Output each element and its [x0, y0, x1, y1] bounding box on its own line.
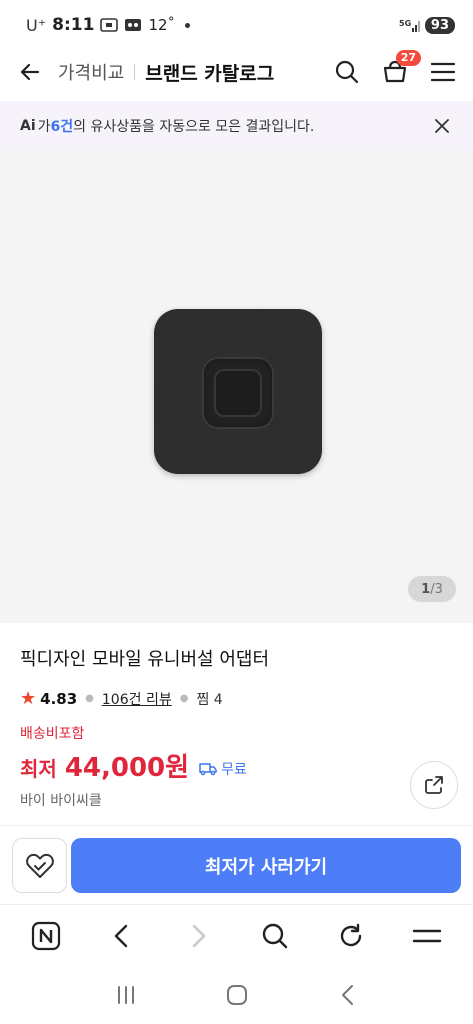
product-title: 픽디자인 모바일 유니버설 어댑터 [20, 649, 270, 670]
naver-home-button[interactable] [26, 916, 66, 956]
browser-back-button[interactable] [102, 916, 142, 956]
lowest-price: 44,000원 [64, 753, 190, 783]
menu-icon [430, 62, 456, 82]
ai-banner-text: 의 유사상품을 자동으로 모은 결과입니다. [73, 119, 315, 135]
search-icon [335, 60, 359, 84]
share-button[interactable] [410, 761, 458, 809]
back-button[interactable] [16, 58, 44, 86]
recent-apps-button[interactable] [106, 975, 146, 1015]
network-icon: 5G [399, 17, 421, 33]
voicemail-icon [124, 18, 142, 32]
header-divider [134, 64, 136, 80]
rating-row: ★ 4.83 ● 106건 리뷰 ● 찜 4 [20, 688, 223, 709]
cart-count-badge: 27 [395, 50, 421, 66]
home-button[interactable] [217, 975, 257, 1015]
gallery-current: 1 [421, 581, 431, 597]
cart-button[interactable]: 27 [381, 50, 421, 86]
browser-reload-button[interactable] [331, 916, 371, 956]
ai-mark: Ai [20, 118, 36, 134]
gallery-page-indicator: 1 / 3 [408, 576, 456, 602]
page-title: 브랜드 카탈로그 [145, 62, 275, 85]
naver-n-icon [31, 921, 61, 950]
price-compare-link[interactable]: 가격비교 [58, 59, 124, 85]
wishlist-button[interactable] [12, 838, 67, 893]
truck-icon [199, 763, 217, 776]
svg-text:5G: 5G [399, 19, 411, 28]
notification-dot [185, 22, 191, 28]
rating-value: 4.83 [40, 689, 78, 708]
screenshot-icon [100, 17, 119, 33]
search-icon [262, 923, 287, 948]
status-bar: U⁺ 8:11 12˚ 5G 93 [0, 0, 473, 50]
share-icon [425, 776, 443, 794]
browser-forward-button[interactable] [178, 916, 218, 956]
reviews-link[interactable]: 106건 리뷰 [102, 689, 172, 709]
temperature: 12˚ [148, 16, 176, 34]
search-button[interactable] [333, 58, 361, 86]
free-shipping: 무료 [199, 759, 247, 779]
browser-menu-button[interactable] [407, 916, 447, 956]
battery-level: 93 [424, 16, 455, 34]
back-chevron-icon [341, 985, 353, 1005]
menu-icon [412, 929, 442, 942]
carrier-label: U⁺ [26, 15, 47, 35]
price-row: 최저 44,000원 무료 [20, 747, 247, 784]
banner-close-button[interactable] [431, 115, 453, 137]
home-icon [226, 985, 247, 1005]
adapter-button [202, 357, 274, 429]
wish-count: 찜 4 [196, 691, 223, 708]
arrow-left-icon [20, 63, 40, 81]
app-header: 가격비교 브랜드 카탈로그 27 [0, 50, 473, 94]
seller-name[interactable]: 바이 바이씨클 [20, 790, 102, 810]
chevron-left-icon [115, 924, 128, 947]
reload-icon [340, 923, 361, 946]
chevron-right-icon [193, 924, 206, 947]
ai-similar-banner: Ai 가 6건 의 유사상품을 자동으로 모은 결과입니다. [0, 101, 473, 151]
free-shipping-label: 무료 [221, 762, 247, 778]
ai-banner-prefix: 가 [37, 119, 51, 135]
product-image [154, 309, 322, 474]
recent-apps-icon [117, 986, 134, 1004]
browser-toolbar [0, 904, 473, 966]
shipping-included-note: 배송비포함 [20, 726, 85, 742]
close-icon [435, 119, 449, 133]
system-navigation-bar [0, 966, 473, 1024]
star-icon: ★ [20, 688, 37, 709]
heart-check-icon [25, 853, 54, 878]
ai-banner-count: 6건 [50, 119, 74, 135]
menu-button[interactable] [429, 58, 457, 86]
buy-lowest-price-button[interactable]: 최저가 사러가기 [71, 838, 461, 893]
lowest-price-label: 최저 [20, 757, 57, 781]
section-divider [0, 825, 473, 826]
gallery-total: 3 [434, 581, 443, 597]
browser-search-button[interactable] [255, 916, 295, 956]
clock: 8:11 [52, 15, 95, 35]
system-back-button[interactable] [328, 975, 368, 1015]
